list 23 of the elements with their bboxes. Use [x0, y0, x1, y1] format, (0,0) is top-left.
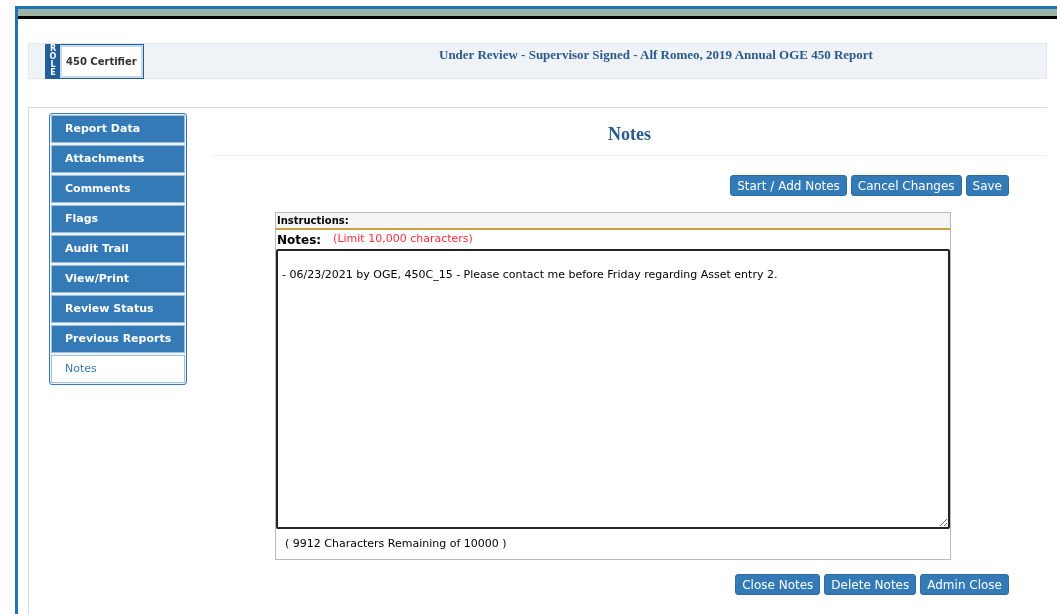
notes-field[interactable]: - 06/23/2021 by OGE, 450C_15 - Please contact me before Friday regarding Asset entry 2. [276, 249, 950, 529]
role-label: 450 Certifier [66, 54, 137, 69]
action-button[interactable]: Delete Notes [824, 574, 917, 595]
sidebar-item[interactable]: Comments [51, 175, 185, 203]
sidebar-item[interactable]: Previous Reports [51, 325, 185, 353]
action-button[interactable]: Cancel Changes [850, 175, 962, 196]
report-title: Under Review - Supervisor Signed - Alf Romeo, 2019 Annual OGE 450 Report [439, 46, 873, 64]
notes-label: Notes: [277, 231, 322, 249]
page-title: Notes [608, 123, 651, 146]
action-button[interactable]: Admin Close [920, 574, 1009, 595]
sidebar-item[interactable]: Attachments [51, 145, 185, 173]
remaining-count: ( 9912 Characters Remaining of 10000 ) [285, 537, 507, 550]
action-button[interactable]: Start / Add Notes [730, 175, 847, 196]
sidebar-item[interactable]: Review Status [51, 295, 185, 323]
sidebar-item[interactable]: Report Data [51, 115, 185, 143]
sidebar-item[interactable]: View/Print [51, 265, 185, 293]
limit-note: (Limit 10,000 characters) [333, 231, 473, 248]
sidebar-item[interactable]: Flags [51, 205, 185, 233]
action-button[interactable]: Close Notes [735, 574, 821, 595]
sidebar-item[interactable]: Notes [51, 355, 185, 383]
sidebar-item[interactable]: Audit Trail [51, 235, 185, 263]
action-button[interactable]: Save [965, 175, 1009, 196]
instructions-label: Instructions: [277, 214, 349, 228]
